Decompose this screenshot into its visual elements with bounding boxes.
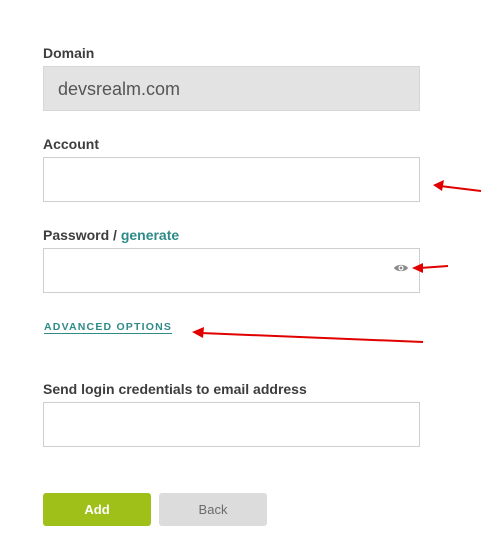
back-button[interactable]: Back bbox=[159, 493, 267, 526]
domain-label: Domain bbox=[43, 45, 95, 61]
account-label: Account bbox=[43, 136, 99, 152]
password-input[interactable] bbox=[43, 248, 420, 293]
eye-icon[interactable] bbox=[393, 262, 409, 274]
arrow-account bbox=[433, 180, 482, 192]
password-label-text: Password / bbox=[43, 227, 117, 243]
email-label: Send login credentials to email address bbox=[43, 381, 307, 397]
domain-value: devsrealm.com bbox=[58, 79, 181, 99]
arrow-advanced-options bbox=[192, 327, 424, 343]
generate-password-link[interactable]: generate bbox=[121, 227, 179, 243]
password-label: Password / generate bbox=[43, 227, 179, 243]
add-button[interactable]: Add bbox=[43, 493, 151, 526]
domain-field: devsrealm.com bbox=[43, 66, 420, 111]
email-input[interactable] bbox=[43, 402, 420, 447]
account-input[interactable] bbox=[43, 157, 420, 202]
advanced-options-link[interactable]: ADVANCED OPTIONS bbox=[44, 321, 172, 333]
